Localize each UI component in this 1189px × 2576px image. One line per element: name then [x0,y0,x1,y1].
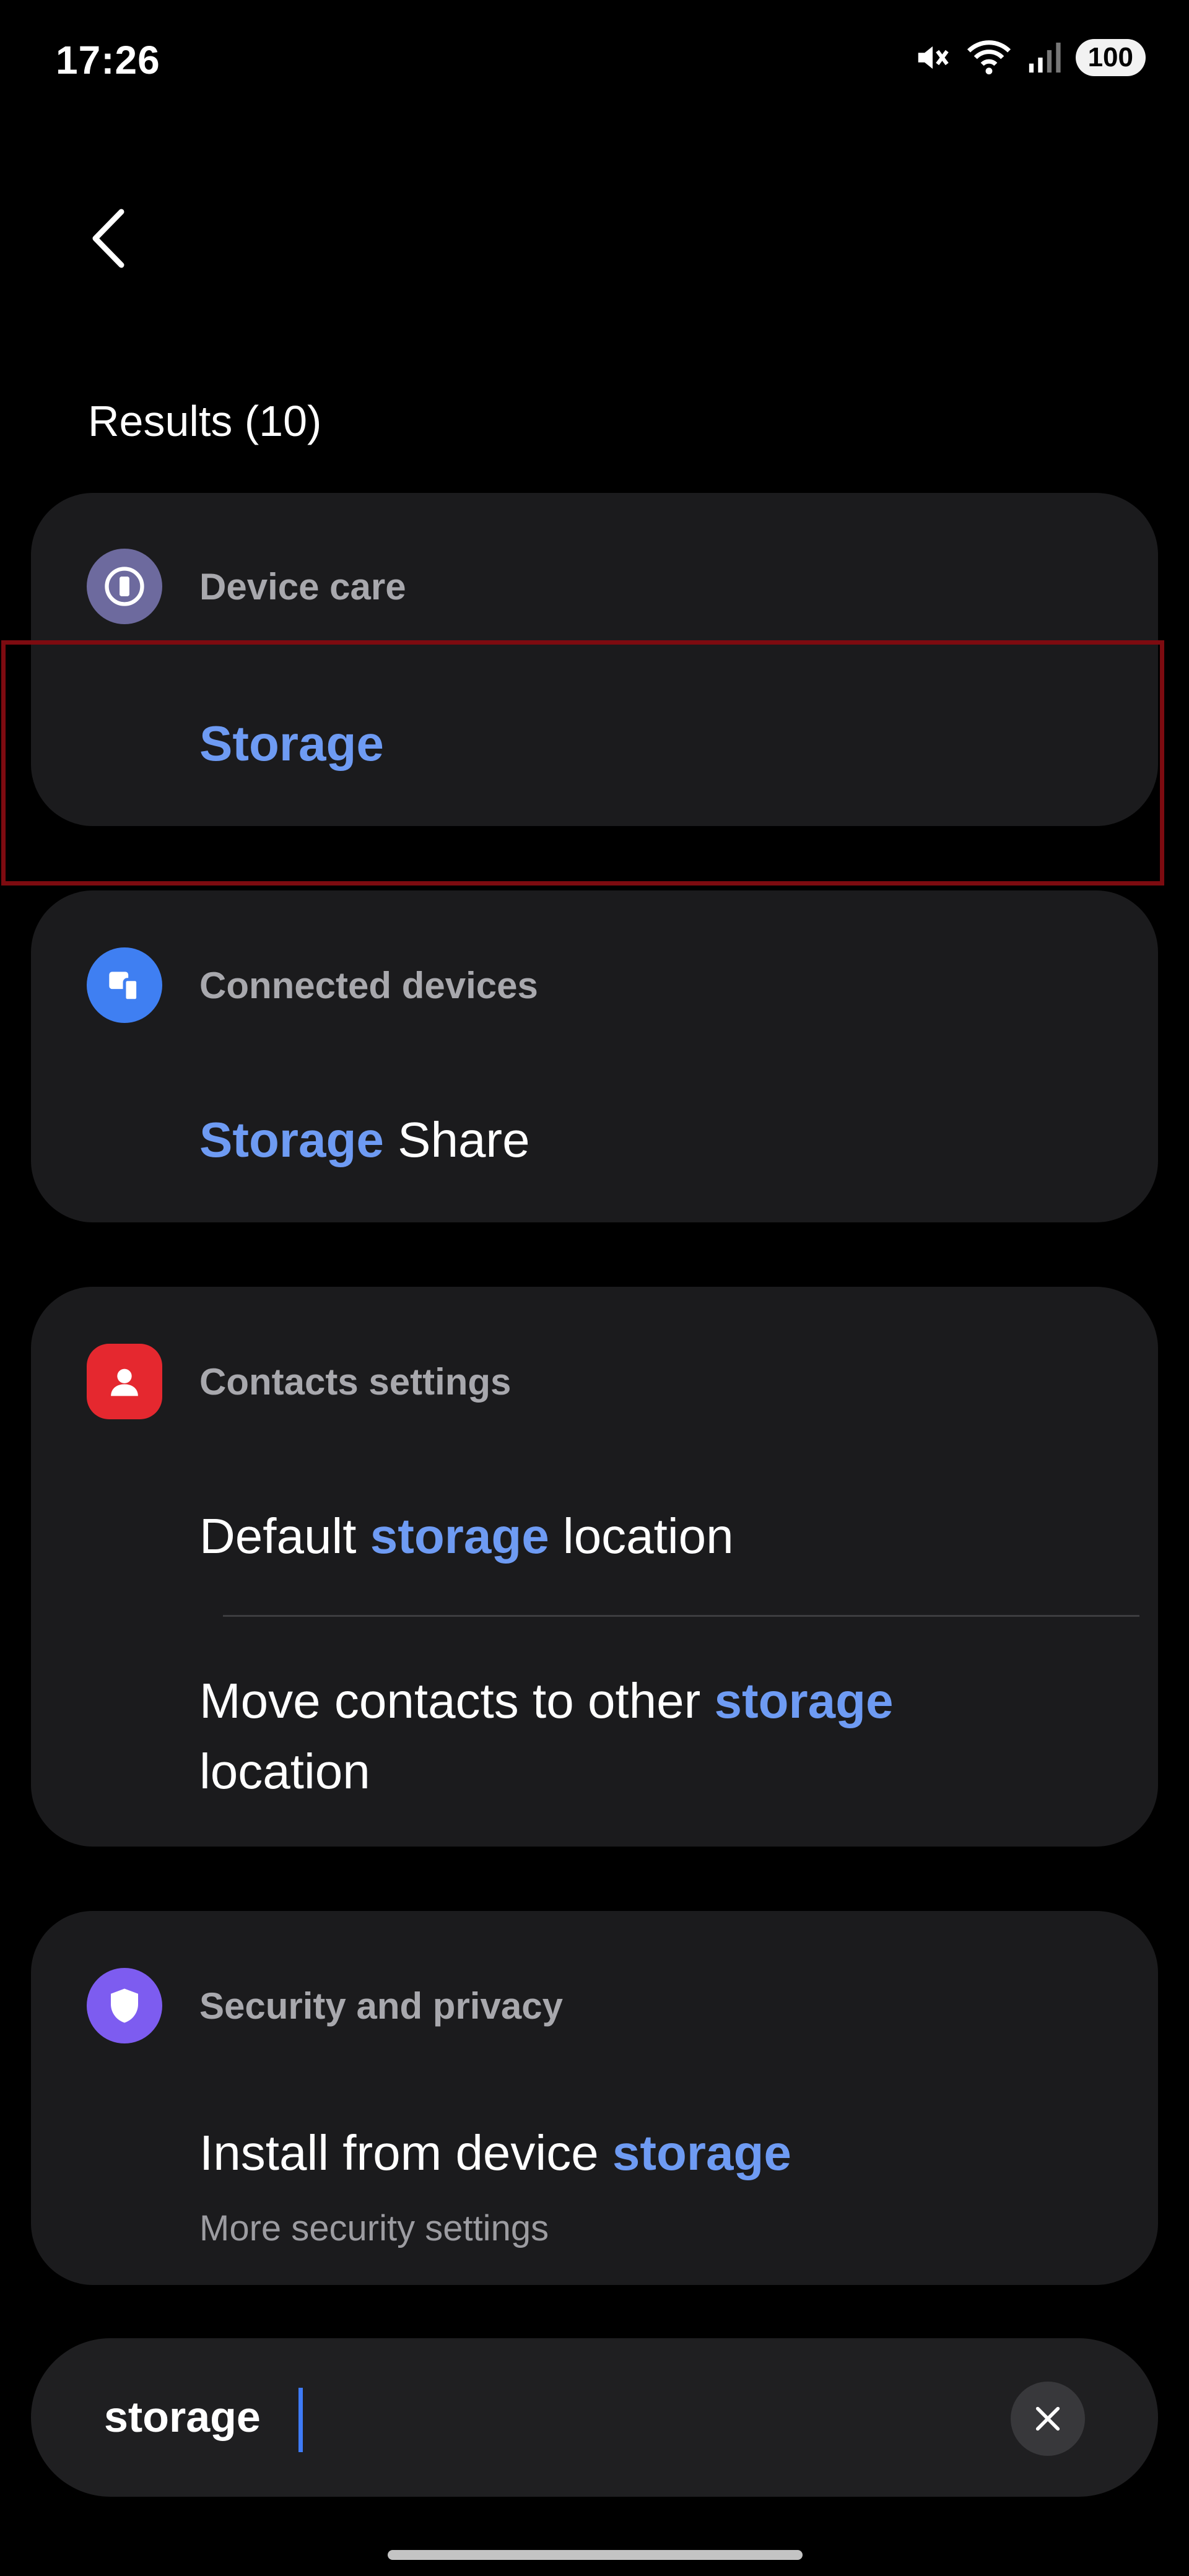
battery-indicator: 100 [1075,39,1146,76]
connected-devices-icon [87,947,162,1023]
back-button[interactable] [87,204,130,272]
results-count: Results (10) [88,397,322,445]
status-icons: 100 [913,38,1146,77]
result-item-storage-share[interactable]: Storage Share [199,1105,530,1175]
item-text: location [199,1744,370,1799]
group-header: Device care [87,549,406,624]
shield-icon [87,1968,162,2043]
result-group-security-privacy: Security and privacy Install from device… [31,1911,1158,2285]
result-item-install-from-device-storage[interactable]: Install from device storage More securit… [199,2118,791,2264]
back-arrow-icon [92,209,124,268]
signal-icon [1029,42,1061,73]
contacts-icon [87,1344,162,1419]
category-label: Device care [199,565,406,607]
item-subtitle: More security settings [199,2208,549,2248]
clear-search-button[interactable] [1011,2382,1085,2456]
item-text: location [549,1508,734,1564]
category-label: Security and privacy [199,1985,563,2027]
close-icon [1035,2406,1060,2431]
wifi-icon [967,40,1011,75]
divider [223,1615,1139,1617]
result-group-contacts-settings: Contacts settings Default storage locati… [31,1287,1158,1847]
search-input[interactable] [104,2383,940,2451]
mute-icon [918,46,949,69]
result-item-move-contacts[interactable]: Move contacts to other storage location [199,1666,894,1807]
group-header: Connected devices [87,947,538,1023]
result-group-connected-devices: Connected devices Storage Share [31,890,1158,1222]
group-header: Contacts settings [87,1344,511,1419]
text-cursor [298,2388,303,2452]
highlight-text: storage [612,2125,791,2180]
device-care-icon [87,549,162,624]
highlight-text: storage [714,1673,894,1728]
item-text: Default [199,1508,370,1564]
home-indicator [388,2550,803,2560]
status-time: 17:26 [56,38,160,82]
result-item-default-storage-location[interactable]: Default storage location [199,1501,734,1572]
group-header: Security and privacy [87,1968,563,2043]
category-label: Connected devices [199,964,538,1006]
item-text: Share [383,1112,530,1167]
highlight-text: storage [370,1508,549,1564]
search-bar [31,2338,1158,2497]
item-text: Move contacts to other [199,1673,715,1728]
item-text: Install from device [199,2125,612,2180]
selection-highlight [1,640,1164,886]
highlight-text: Storage [199,1112,384,1167]
category-label: Contacts settings [199,1360,512,1403]
